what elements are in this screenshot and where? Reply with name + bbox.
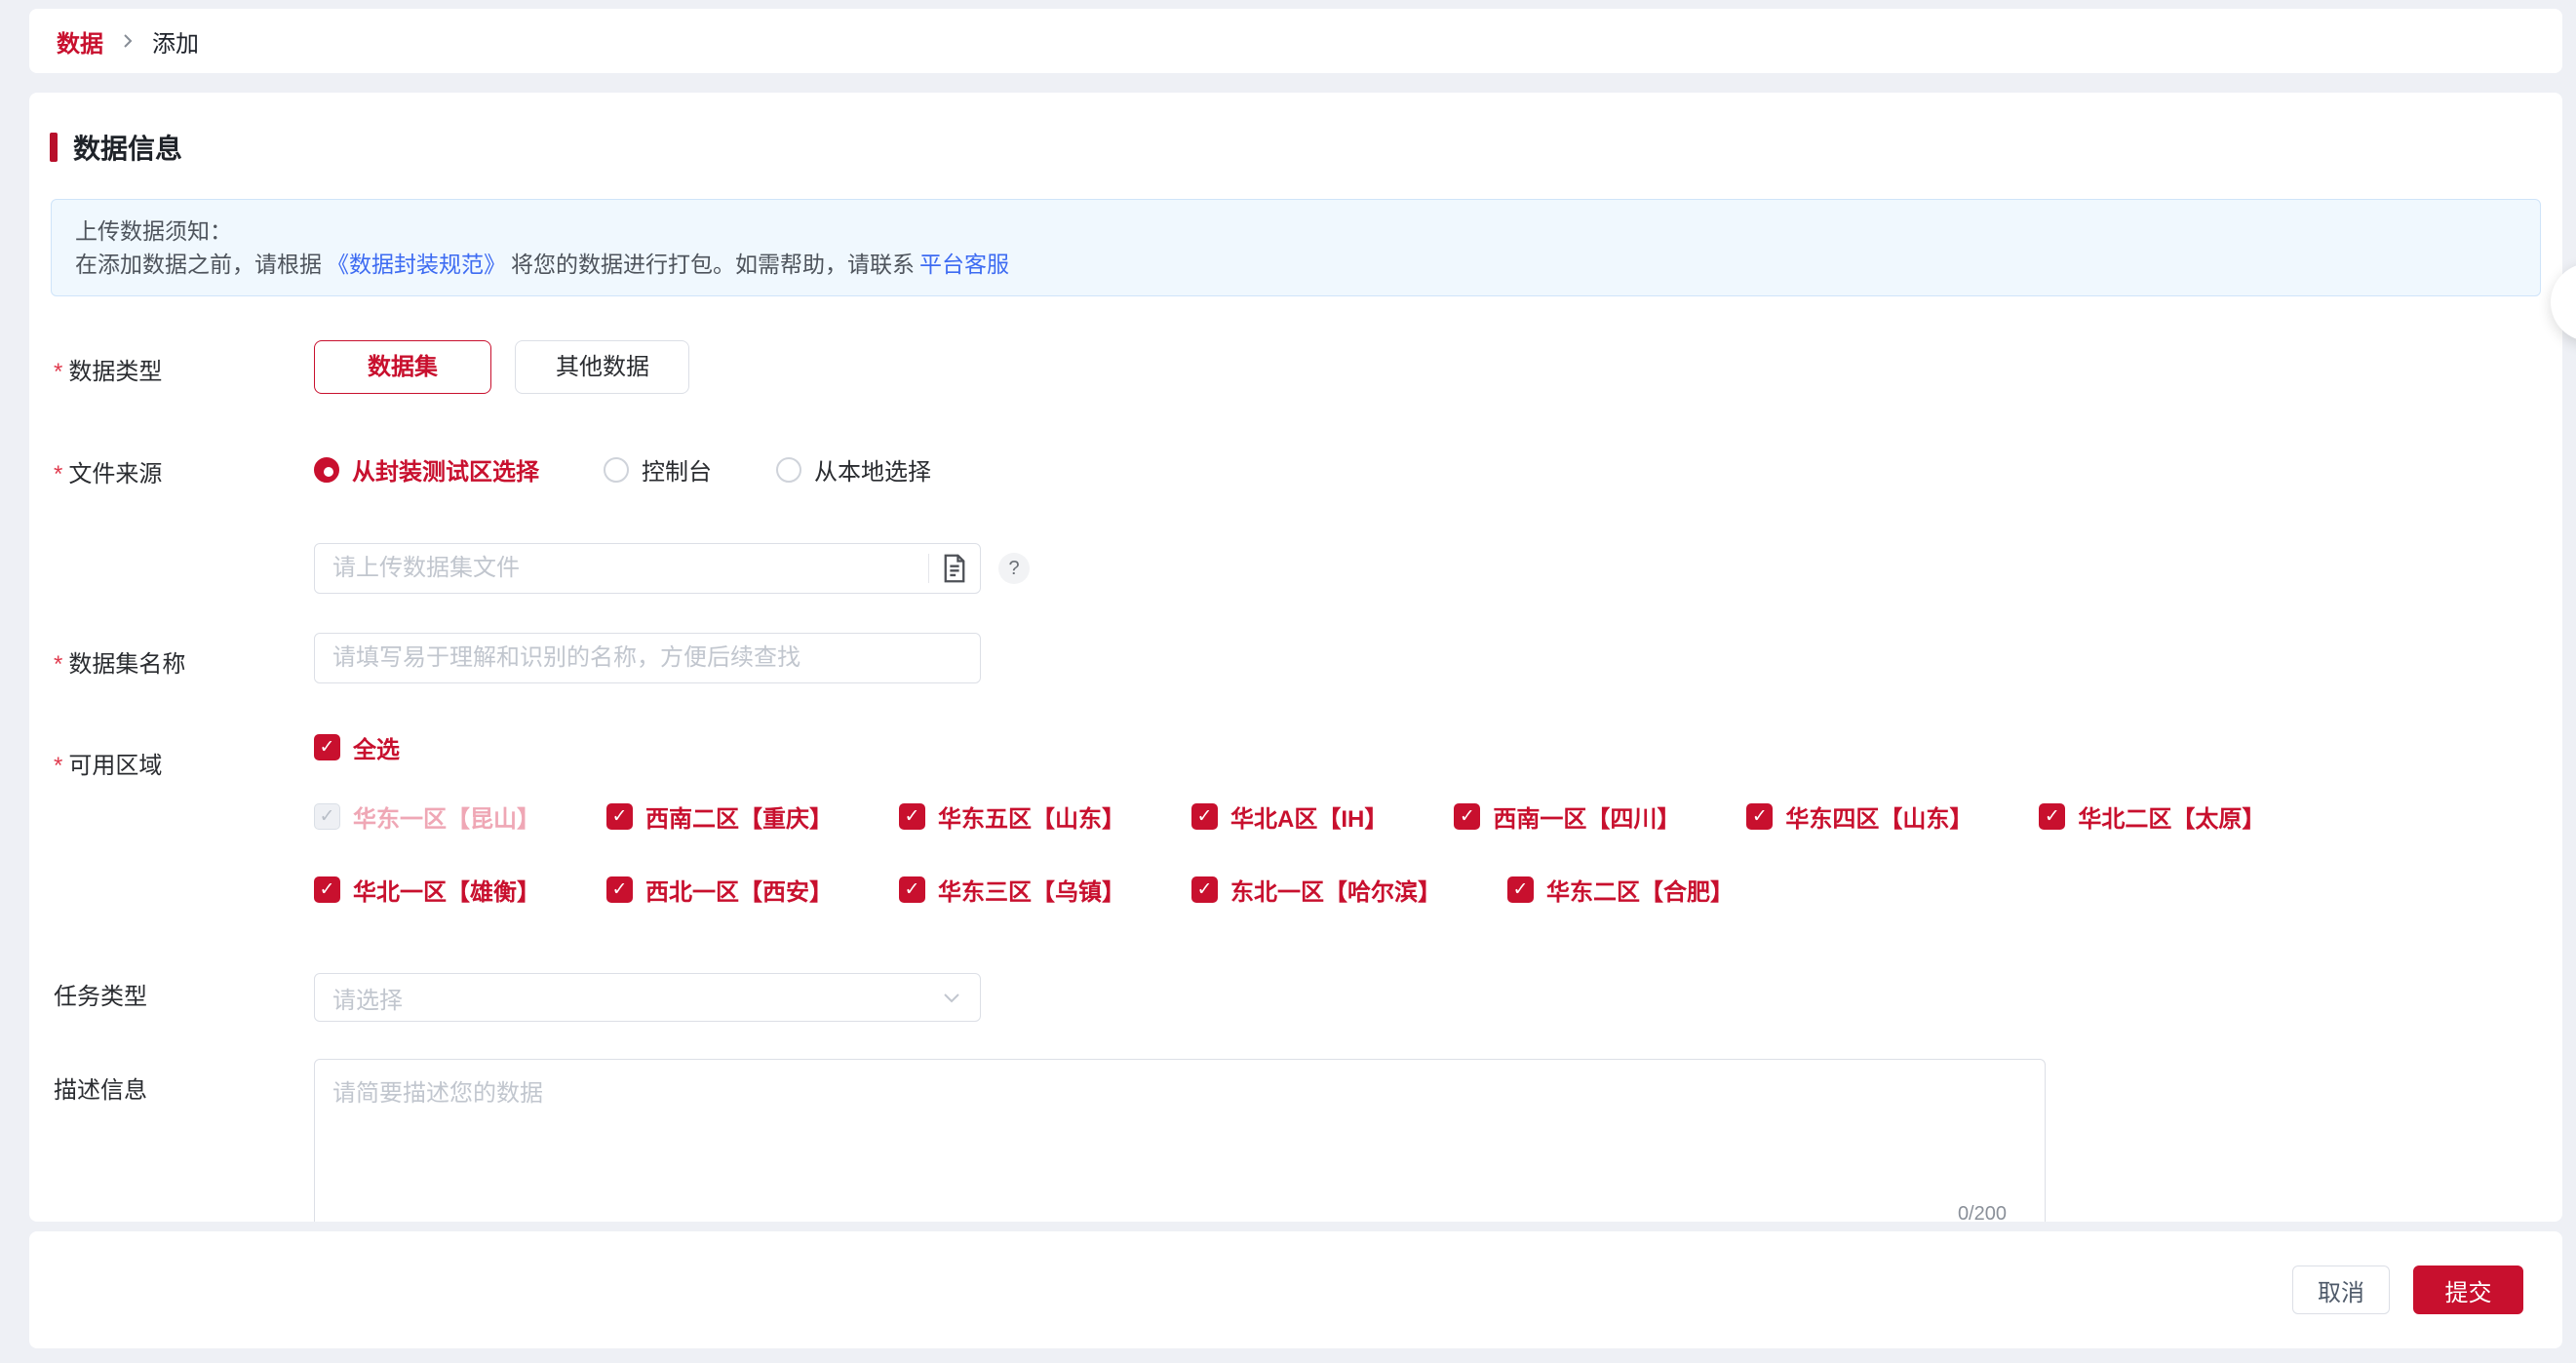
region-checkbox-huabei2-taiyuan[interactable]: ✓ 华北二区【太原】: [2039, 799, 2265, 834]
required-marker: *: [54, 753, 62, 779]
checkbox-checked-icon: ✓: [314, 734, 340, 760]
data-type-option-dataset[interactable]: 数据集: [314, 340, 491, 394]
region-checkbox-huabeiA-IH[interactable]: ✓ 华北A区【IH】: [1191, 799, 1387, 834]
form-row-file-source: *文件来源 从封装测试区选择 控制台 从本地选择: [54, 443, 2562, 594]
upload-help-icon[interactable]: ?: [998, 553, 1030, 584]
required-marker: *: [54, 461, 62, 487]
data-type-options: 数据集 其他数据: [314, 340, 2562, 394]
form-row-task-type: 任务类型 请选择: [54, 965, 2562, 1022]
checkbox-checked-icon: ✓: [1507, 876, 1534, 903]
chevron-right-icon: [119, 32, 137, 50]
description-label: 描述信息: [54, 1059, 314, 1222]
region-checkbox-huadong5-shandong[interactable]: ✓ 华东五区【山东】: [899, 799, 1125, 834]
char-counter: 0/200: [1958, 1203, 2007, 1222]
form-row-dataset-name: *数据集名称: [54, 633, 2562, 683]
region-checkbox-xibei1-xian[interactable]: ✓ 西北一区【西安】: [606, 873, 833, 907]
region-select-all-checkbox[interactable]: ✓ 全选: [314, 730, 400, 764]
file-source-label: *文件来源: [54, 443, 314, 594]
required-marker: *: [54, 359, 62, 385]
radio-selected-icon: [314, 457, 339, 483]
notice-line-1: 上传数据须知：: [75, 214, 2517, 248]
cancel-button[interactable]: 取消: [2292, 1266, 2390, 1314]
file-picker-button[interactable]: [929, 544, 980, 593]
region-checkbox-huabei1-xiongheng[interactable]: ✓ 华北一区【雄衡】: [314, 873, 540, 907]
breadcrumb: 数据 添加: [29, 9, 2562, 73]
document-icon: [941, 554, 968, 583]
region-checkbox-xinan1-sichuan[interactable]: ✓ 西南一区【四川】: [1454, 799, 1680, 834]
checkbox-checked-icon: ✓: [606, 803, 633, 830]
breadcrumb-item-add: 添加: [152, 24, 199, 58]
data-type-option-other[interactable]: 其他数据: [515, 340, 689, 394]
region-checkbox-huadong1-kunshan: ✓ 华东一区【昆山】: [314, 799, 540, 834]
radio-unselected-icon: [776, 457, 801, 483]
data-info-form: *数据类型 数据集 其他数据 *文件来源 从封装测试区选择: [29, 340, 2562, 1222]
checkbox-checked-icon: ✓: [899, 876, 925, 903]
task-type-placeholder: 请选择: [332, 981, 403, 1015]
data-type-label: *数据类型: [54, 340, 314, 394]
upload-row: ?: [314, 496, 2562, 594]
form-row-description: 描述信息 0/200: [54, 1059, 2562, 1222]
notice-line-2: 在添加数据之前，请根据《数据封装规范》将您的数据进行打包。如需帮助，请联系平台客…: [75, 248, 2517, 281]
dataset-name-label: *数据集名称: [54, 633, 314, 683]
checkbox-checked-icon: ✓: [606, 876, 633, 903]
checkbox-checked-icon: ✓: [1191, 803, 1218, 830]
radio-from-local[interactable]: 从本地选择: [776, 452, 931, 487]
upload-notice-banner: 上传数据须知： 在添加数据之前，请根据《数据封装规范》将您的数据进行打包。如需帮…: [51, 199, 2541, 296]
region-checkbox-huadong3-wuzhen[interactable]: ✓ 华东三区【乌镇】: [899, 873, 1125, 907]
checkbox-checked-icon: ✓: [1191, 876, 1218, 903]
task-type-select[interactable]: 请选择: [314, 973, 981, 1022]
region-checkbox-xinan2-chongqing[interactable]: ✓ 西南二区【重庆】: [606, 799, 833, 834]
checkbox-checked-icon: ✓: [2039, 803, 2065, 830]
regions-label: *可用区域: [54, 734, 314, 907]
checkbox-checked-icon: ✓: [314, 876, 340, 903]
radio-from-packaging-test-area[interactable]: 从封装测试区选择: [314, 452, 539, 487]
description-textarea[interactable]: [314, 1059, 2046, 1222]
checkbox-checked-icon: ✓: [1454, 803, 1480, 830]
region-checkbox-dongbei1-haerbin[interactable]: ✓ 东北一区【哈尔滨】: [1191, 873, 1441, 907]
data-info-card: 数据信息 上传数据须知： 在添加数据之前，请根据《数据封装规范》将您的数据进行打…: [29, 93, 2562, 1222]
checkbox-checked-disabled-icon: ✓: [314, 803, 340, 830]
region-row-2: ✓ 华北一区【雄衡】 ✓ 西北一区【西安】 ✓ 华东三区【乌镇】 ✓ 东北一区【…: [314, 873, 2562, 907]
section-title: 数据信息: [73, 128, 182, 167]
description-field: 0/200: [314, 1059, 2046, 1222]
radio-console[interactable]: 控制台: [604, 452, 712, 487]
file-source-radio-group: 从封装测试区选择 控制台 从本地选择: [314, 443, 2562, 496]
platform-support-link[interactable]: 平台客服: [919, 252, 1009, 277]
radio-unselected-icon: [604, 457, 629, 483]
chevron-down-icon: [941, 987, 962, 1008]
breadcrumb-item-data[interactable]: 数据: [57, 24, 103, 58]
form-row-data-type: *数据类型 数据集 其他数据: [54, 340, 2562, 394]
submit-button[interactable]: 提交: [2413, 1266, 2523, 1314]
region-checkbox-huadong4-shandong[interactable]: ✓ 华东四区【山东】: [1746, 799, 1972, 834]
checkbox-checked-icon: ✓: [899, 803, 925, 830]
region-checkbox-huadong2-hefei[interactable]: ✓ 华东二区【合肥】: [1507, 873, 1734, 907]
required-marker: *: [54, 651, 62, 678]
task-type-label: 任务类型: [54, 965, 314, 1022]
dataset-name-field: [314, 633, 981, 683]
checkbox-checked-icon: ✓: [1746, 803, 1773, 830]
section-accent-bar: [50, 133, 58, 162]
dataset-file-upload-field: [314, 543, 981, 594]
footer-action-bar: 取消 提交: [29, 1231, 2562, 1348]
region-row-1: ✓ 华东一区【昆山】 ✓ 西南二区【重庆】 ✓ 华东五区【山东】 ✓ 华北A区【…: [314, 799, 2562, 834]
dataset-file-input[interactable]: [315, 544, 928, 593]
packaging-spec-link[interactable]: 《数据封装规范》: [327, 252, 506, 277]
section-header: 数据信息: [50, 128, 2562, 167]
form-row-regions: *可用区域 ✓ 全选 ✓ 华东一区【昆山】 ✓ 西南二区【重庆】: [54, 734, 2562, 907]
dataset-name-input[interactable]: [315, 634, 980, 682]
